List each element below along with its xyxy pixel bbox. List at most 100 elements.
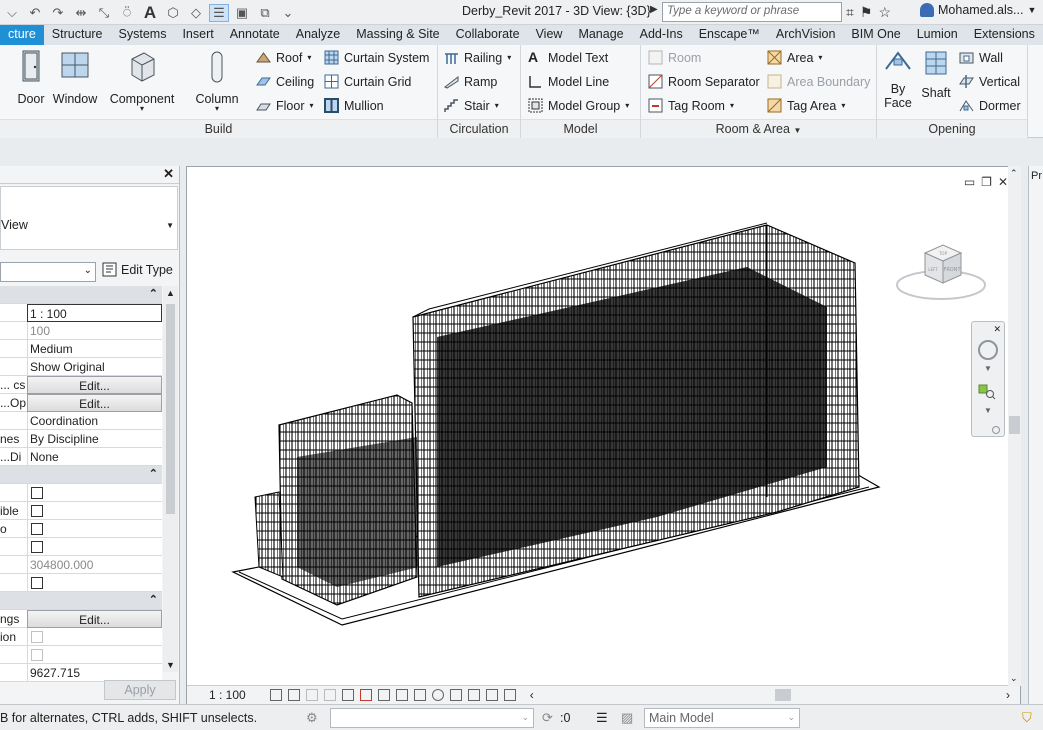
redo-icon[interactable]: ↷ [48,4,68,22]
section-header[interactable]: ⌃ [0,466,162,484]
area-boundary-button[interactable]: Area Boundary [767,74,870,89]
tab-archvision[interactable]: ArchVision [768,25,844,45]
viewport-vertical-scrollbar[interactable]: ⌃ ⌄ [1008,166,1021,686]
text-icon[interactable]: A [140,3,160,22]
tab-bim-one[interactable]: BIM One [843,25,908,45]
scroll-up-icon[interactable]: ▲ [166,288,175,298]
tab-structure[interactable]: Structure [44,25,111,45]
search-expand-icon[interactable]: ▶ [650,4,658,15]
window-button[interactable]: Window [52,49,98,106]
model-group-button[interactable]: Model Group ▾ [528,98,629,113]
worksharing-icon[interactable] [467,689,480,701]
editing-requests-icon[interactable]: ⟳ [542,710,553,726]
workset-icon[interactable]: ⚙ [306,710,318,726]
tab-massing-site[interactable]: Massing & Site [348,25,447,45]
crop-view-icon[interactable] [359,689,372,701]
property-value[interactable]: Show Original [27,358,162,376]
zoom-region-icon[interactable] [978,384,996,400]
dimension-icon[interactable]: ⤡ [94,4,114,22]
edit-button[interactable]: Edit... [27,394,162,412]
property-checkbox[interactable] [31,577,43,589]
wall-opening-button[interactable]: Wall [959,50,1003,65]
tab-annotate[interactable]: Annotate [222,25,288,45]
property-checkbox[interactable] [31,649,43,661]
room-area-panel-title[interactable]: Room & Area ▼ [641,119,876,138]
horizontal-scroll-thumb[interactable] [775,689,791,701]
railing-button[interactable]: Railing ▾ [444,50,511,65]
tab-enscape[interactable]: Enscape™ [691,25,768,45]
tab-collaborate[interactable]: Collaborate [448,25,528,45]
view-scale[interactable]: 1 : 100 [209,688,246,702]
undo-icon[interactable]: ↶ [25,4,45,22]
temporary-hide-icon[interactable] [413,689,426,701]
component-button[interactable]: Component ▾ [108,49,176,113]
tab-manage[interactable]: Manage [570,25,631,45]
project-browser-panel[interactable]: Pr [1028,166,1043,704]
steering-wheel-icon[interactable] [978,340,998,360]
door-button[interactable]: Door [14,49,48,106]
navbar-options-icon[interactable] [992,426,1000,434]
stair-button[interactable]: Stair ▾ [444,98,499,113]
curtain-system-button[interactable]: Curtain System [324,50,429,65]
shaft-button[interactable]: Shaft [919,49,953,100]
model-line-button[interactable]: Model Line [528,74,609,89]
scroll-left-icon[interactable]: ‹ [530,688,534,702]
tab-add-ins[interactable]: Add-Ins [632,25,691,45]
edit-button[interactable]: Edit... [27,610,162,628]
measure-icon[interactable]: ⇹ [71,4,91,22]
scroll-thumb[interactable] [166,304,175,514]
scroll-right-icon[interactable]: › [1006,688,1010,702]
tag-icon[interactable]: ⍥ [117,4,137,22]
scroll-down-icon[interactable]: ▼ [166,660,175,670]
user-account[interactable]: Mohamed.als... ▼ [920,3,1036,17]
tab-analyze[interactable]: Analyze [288,25,348,45]
design-options-icon[interactable]: ☰ [596,710,608,726]
roof-button[interactable]: Roof ▾ [256,50,311,65]
model-text-button[interactable]: A Model Text [528,50,608,65]
edit-type-button[interactable]: Edit Type [102,262,173,277]
tab-architecture[interactable]: cture [0,25,44,45]
constraints-icon[interactable] [503,689,516,701]
unlocked-view-icon[interactable] [395,689,408,701]
instance-filter-dropdown[interactable]: ⌄ [0,262,96,282]
design-option-dropdown[interactable]: Main Model ⌄ [644,708,800,728]
render-icon[interactable] [341,689,354,701]
detail-level-icon[interactable] [269,689,282,701]
property-checkbox[interactable] [31,523,43,535]
switch-windows-icon[interactable]: ⧉ [255,4,275,22]
sun-path-icon[interactable] [305,689,318,701]
close-icon[interactable]: ✕ [163,166,174,182]
exclude-options-icon[interactable]: ▨ [621,710,633,726]
ceiling-button[interactable]: Ceiling [256,74,314,89]
open-icon[interactable]: ⌵ [2,4,22,22]
vertical-opening-button[interactable]: Vertical [959,74,1020,89]
property-value[interactable]: Medium [27,340,162,358]
area-button[interactable]: Area ▾ [767,50,822,65]
section-header[interactable]: ⌃ [0,592,162,610]
tab-extensions[interactable]: Extensions [966,25,1043,45]
edit-button[interactable]: Edit... [27,376,162,394]
properties-scrollbar[interactable]: ▲ ▼ [163,286,178,672]
close-navbar-icon[interactable]: ✕ [993,324,1001,335]
column-button[interactable]: Column ▾ [194,49,240,113]
tab-insert[interactable]: Insert [174,25,221,45]
subscription-icon[interactable]: ⚑ [860,4,873,21]
shadows-icon[interactable] [323,689,336,701]
curtain-grid-button[interactable]: Curtain Grid [324,74,411,89]
workset-dropdown[interactable]: ⌄ [330,708,534,728]
room-button[interactable]: Room [648,50,701,65]
dormer-opening-button[interactable]: Dormer [959,98,1021,113]
ramp-button[interactable]: Ramp [444,74,497,89]
favorites-icon[interactable]: ☆ [878,4,891,21]
apply-button[interactable]: Apply [104,680,176,700]
show-crop-icon[interactable] [377,689,390,701]
filter-icon[interactable]: ⛉ [1022,710,1032,726]
customize-icon[interactable]: ⌄ [278,4,298,22]
3d-view-icon[interactable]: ⬡ [163,4,183,22]
chevron-down-icon[interactable]: ▼ [984,364,992,373]
property-value[interactable]: By Discipline [27,430,162,448]
mullion-button[interactable]: Mullion [324,98,384,113]
scroll-up-icon[interactable]: ⌃ [1010,168,1018,179]
reveal-hidden-icon[interactable] [431,689,444,701]
floor-button[interactable]: Floor ▾ [256,98,314,113]
